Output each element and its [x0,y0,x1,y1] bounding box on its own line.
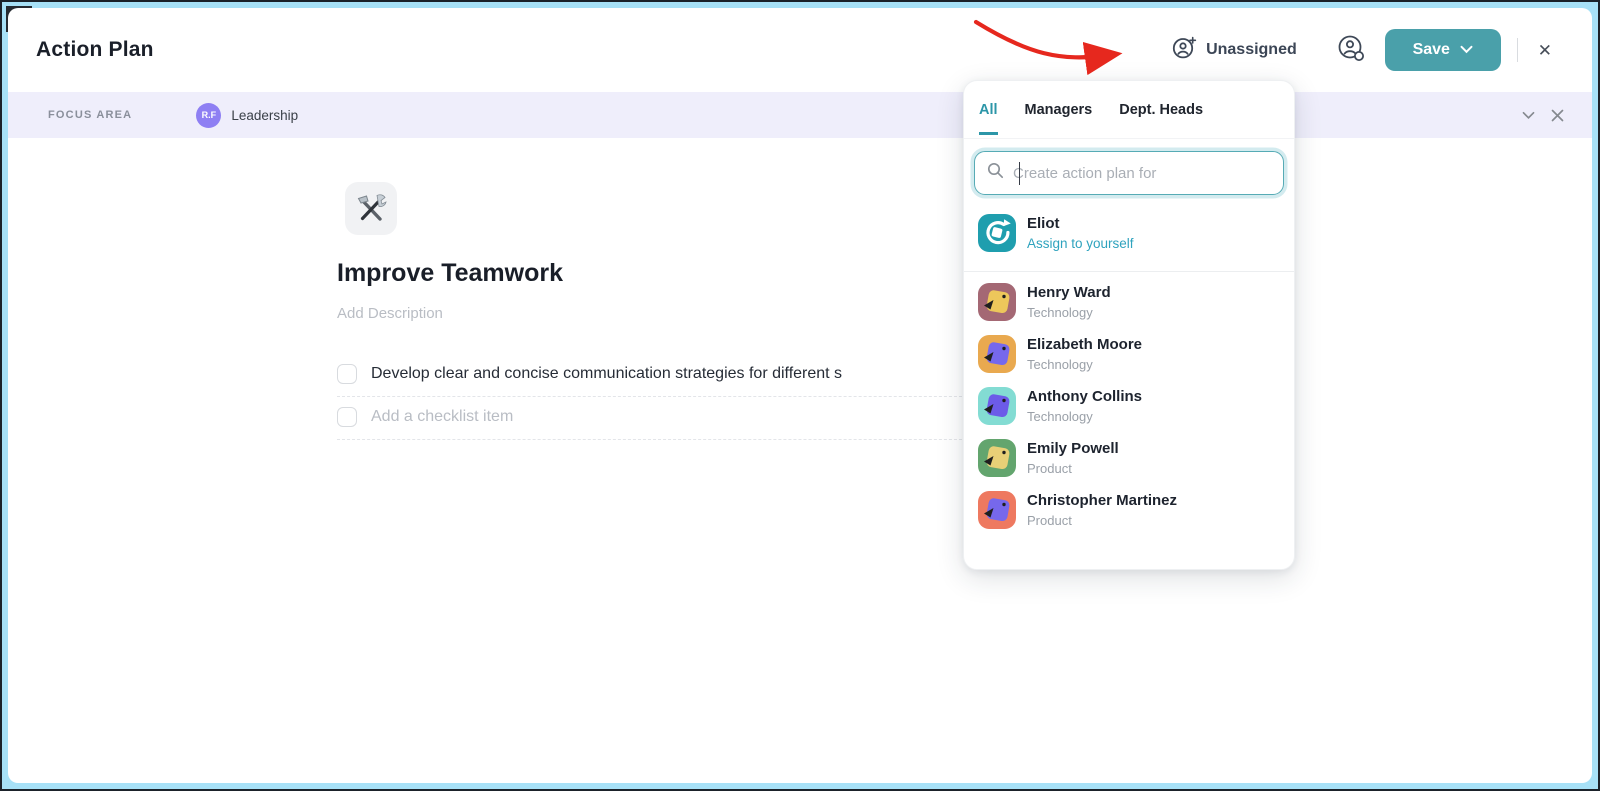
hammer-and-wrench-icon [354,192,388,226]
assignee-tabs: All Managers Dept. Heads [964,81,1294,139]
reviewer-button[interactable] [1335,32,1367,69]
save-button-label: Save [1413,41,1450,59]
list-item[interactable]: Anthony Collins Technology [978,380,1280,432]
avatar [978,214,1016,252]
bird-avatar-icon [979,284,1015,320]
text-caret [1019,162,1020,185]
bird-avatar-icon [979,388,1015,424]
search-input[interactable] [1013,165,1271,182]
list-item-self-assign[interactable]: Eliot Assign to yourself [978,205,1280,265]
list-item-texts: Emily Powell Product [1027,440,1119,476]
plan-content: Improve Teamwork Add Description Develop… [8,138,1592,440]
person-name: Elizabeth Moore [1027,336,1142,355]
list-item[interactable]: Emily Powell Product [978,432,1280,484]
list-item[interactable]: Elizabeth Moore Technology [978,328,1280,380]
person-dept: Product [1027,513,1177,528]
avatar [978,283,1016,321]
person-dept: Product [1027,461,1119,476]
focus-area-label: FOCUS AREA [48,109,132,121]
list-item-texts: Eliot Assign to yourself [1027,215,1134,251]
checklist: Develop clear and concise communication … [337,354,977,440]
save-button[interactable]: Save [1385,29,1501,71]
avatar [978,335,1016,373]
person-name: Christopher Martinez [1027,492,1177,511]
modal-header: Action Plan Unassigned [8,8,1592,92]
person-name: Eliot [1027,215,1134,234]
focus-area-controls [1522,109,1564,122]
search-icon [987,162,1004,184]
close-icon: ✕ [1538,41,1552,60]
person-name: Henry Ward [1027,284,1111,303]
list-item-texts: Christopher Martinez Product [1027,492,1177,528]
tab-all[interactable]: All [979,102,998,135]
assignee-list: Eliot Assign to yourself Henry Ward Tech… [964,195,1294,536]
chevron-down-icon[interactable] [1522,111,1535,120]
list-item-texts: Henry Ward Technology [1027,284,1111,320]
user-circle-icon [1335,32,1367,69]
avatar [978,439,1016,477]
bird-avatar-icon [979,492,1015,528]
close-icon[interactable] [1551,109,1564,122]
header-divider [1517,38,1518,62]
checkbox[interactable] [337,407,357,427]
assign-to-yourself-label: Assign to yourself [1027,236,1134,251]
person-dept: Technology [1027,305,1111,320]
bird-avatar-icon [979,336,1015,372]
focus-area-badge: R.F [196,103,221,128]
chevron-down-icon [1460,41,1473,59]
list-item-texts: Anthony Collins Technology [1027,388,1142,424]
avatar [978,387,1016,425]
checklist-item[interactable]: Develop clear and concise communication … [337,354,977,397]
assignee-popover: All Managers Dept. Heads [963,80,1295,570]
person-add-icon [1171,35,1197,66]
checkbox[interactable] [337,364,357,384]
header-actions: Unassigned Save [1171,29,1556,71]
eliot-logo-icon [978,214,1016,252]
list-item[interactable]: Christopher Martinez Product [978,484,1280,536]
person-name: Anthony Collins [1027,388,1142,407]
add-checklist-item[interactable]: Add a checklist item [337,397,977,440]
assignee-label: Unassigned [1206,41,1297,59]
assignee-selector[interactable]: Unassigned [1171,35,1297,66]
list-item[interactable]: Henry Ward Technology [978,276,1280,328]
focus-area-bar: FOCUS AREA R.F Leadership [8,92,1592,138]
plan-emoji-container[interactable] [345,182,397,235]
add-checklist-item-text[interactable]: Add a checklist item [371,408,513,426]
bird-avatar-icon [979,440,1015,476]
tab-managers[interactable]: Managers [1025,102,1093,135]
person-name: Emily Powell [1027,440,1119,459]
focus-area-value: Leadership [231,108,298,123]
list-item-texts: Elizabeth Moore Technology [1027,336,1142,372]
action-plan-modal: Action Plan Unassigned [8,8,1592,783]
tab-dept-heads[interactable]: Dept. Heads [1119,102,1203,135]
person-dept: Technology [1027,409,1142,424]
checklist-item-text[interactable]: Develop clear and concise communication … [371,365,842,383]
avatar [978,491,1016,529]
page-title: Action Plan [36,38,154,62]
assignee-search[interactable] [974,151,1284,195]
person-dept: Technology [1027,357,1142,372]
close-modal-button[interactable]: ✕ [1534,38,1556,63]
red-annotation-arrow [948,10,1148,78]
list-divider [964,271,1294,272]
